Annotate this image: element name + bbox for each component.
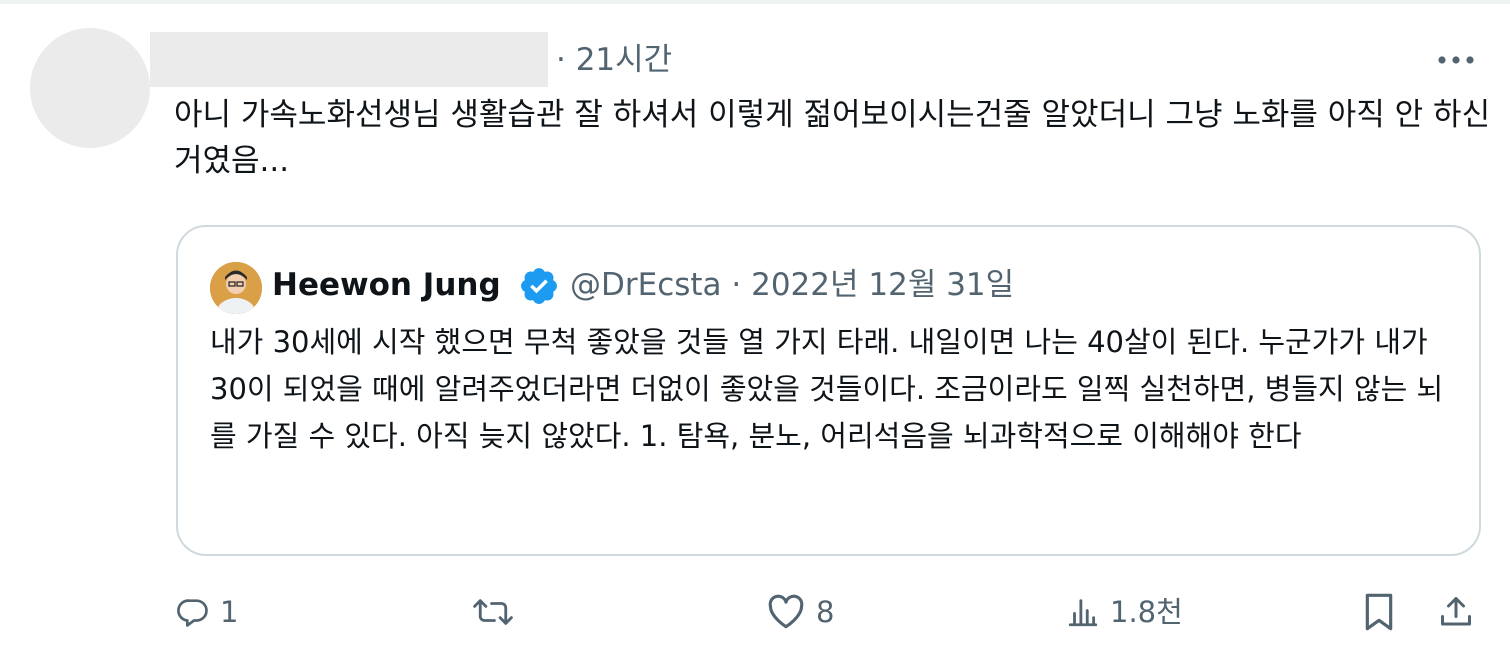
share-button[interactable] [1438,590,1474,634]
avatar[interactable] [30,28,150,148]
quoted-author-avatar [210,262,262,314]
reply-icon [176,595,210,629]
share-icon [1438,594,1474,630]
quoted-handle-date[interactable]: @DrEcsta · 2022년 12월 31일 [570,263,1014,307]
retweet-button[interactable] [470,590,526,634]
quoted-author-name[interactable]: Heewon Jung [272,263,501,307]
tweet-text: 아니 가속노화선생님 생활습관 잘 하셔서 이렇게 젊어보이시는건줄 알았더니 … [174,97,1491,179]
bookmark-icon [1362,592,1396,632]
views-count: 1.8천 [1110,595,1183,629]
retweet-icon [470,595,516,629]
views-icon [1066,595,1100,629]
redacted-author-name [150,32,548,87]
quoted-tweet-card[interactable]: Heewon Jung @DrEcsta · 2022년 12월 31일 내가 … [176,225,1481,556]
reply-button[interactable]: 1 [176,590,238,634]
quoted-tweet-text: 내가 30세에 시작 했으면 무척 좋았을 것들 열 가지 타래. 내일이면 나… [210,325,1444,453]
like-button[interactable]: 8 [766,590,834,634]
more-icon[interactable] [1434,44,1478,76]
tweet-timestamp[interactable]: · 21시간 [556,40,672,80]
like-count: 8 [816,595,835,629]
heart-icon [766,594,806,630]
top-divider [0,0,1510,4]
verified-badge-icon [518,265,560,307]
bookmark-button[interactable] [1362,590,1396,634]
views-button[interactable]: 1.8천 [1066,590,1183,634]
reply-count: 1 [220,595,239,629]
